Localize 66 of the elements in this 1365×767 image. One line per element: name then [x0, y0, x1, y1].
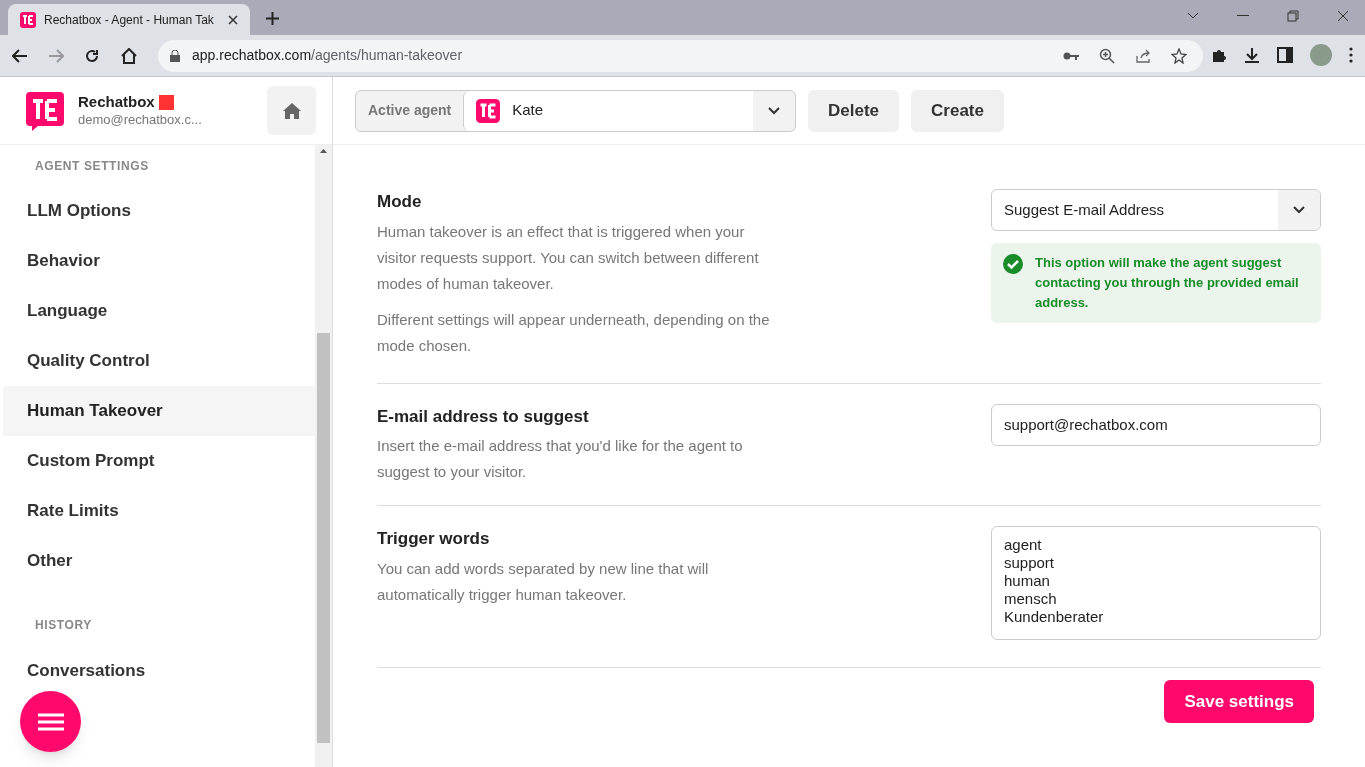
sidebar-item[interactable]: Other	[3, 536, 315, 586]
account-email: demo@rechatbox.c...	[78, 111, 203, 128]
new-tab-icon[interactable]	[266, 12, 279, 25]
sidebar-item[interactable]: Rate Limits	[3, 486, 315, 536]
chevron-down-icon[interactable]	[1187, 12, 1199, 20]
home-icon	[282, 102, 301, 119]
toolbar-button[interactable]: Delete	[808, 89, 900, 132]
setting-description: Human takeover is an effect that is triggered when your visitor requests support. You can switch between different modes of human takeover.	[377, 221, 760, 294]
reload-icon[interactable]	[84, 47, 100, 64]
home-icon[interactable]	[120, 47, 138, 64]
sidebar-item[interactable]: Behavior	[3, 236, 315, 286]
setting-description: You can add words separated by new line that will automatically trigger human takeover.	[377, 558, 710, 605]
sidebar-item[interactable]: Language	[3, 286, 315, 336]
url-path: /agents/human-takeover	[311, 47, 463, 63]
chevron-down-icon	[1293, 206, 1305, 214]
toolbar-button[interactable]: Create	[911, 89, 1004, 132]
email-input[interactable]: support@rechatbox.com	[991, 403, 1321, 446]
tab-title: Rechatbox - Agent - Human Tak	[44, 11, 215, 29]
menu-button[interactable]	[20, 691, 81, 752]
download-icon[interactable]	[1244, 47, 1260, 63]
menu-icon[interactable]	[1349, 47, 1353, 63]
brand-name: Rechatbox	[78, 93, 155, 112]
trigger-words-textarea[interactable]: agent support human mensch Kundenberater	[991, 526, 1321, 640]
menu-icon	[37, 712, 64, 731]
zoom-icon[interactable]	[1099, 47, 1115, 64]
agent-name: Kate	[512, 100, 544, 121]
sidebar-item[interactable]: Quality Control	[3, 336, 315, 386]
star-icon[interactable]	[1171, 47, 1187, 64]
section-heading: HISTORY	[34, 617, 93, 634]
close-icon[interactable]	[1337, 10, 1349, 22]
close-icon[interactable]	[228, 14, 238, 25]
scrollbar[interactable]	[315, 145, 332, 767]
logo-icon	[476, 98, 501, 123]
setting-description: Different settings will appear underneath, depending on the mode chosen.	[377, 309, 771, 356]
status-square-icon	[158, 94, 174, 110]
setting-title: E-mail address to suggest	[377, 405, 590, 428]
logo-icon	[20, 11, 36, 28]
lock-icon	[170, 49, 180, 62]
back-icon[interactable]	[12, 48, 28, 63]
mode-select[interactable]: Suggest E-mail Address	[991, 189, 1321, 231]
sidebar-item[interactable]: Conversations	[3, 646, 315, 696]
sidebar-item[interactable]: LLM Options	[3, 186, 315, 236]
scroll-up-arrow-icon[interactable]	[320, 149, 327, 153]
logo-icon	[24, 89, 66, 132]
address-bar[interactable]: app.rechatbox.com/agents/human-takeover	[158, 39, 1203, 72]
home-button[interactable]	[267, 86, 316, 135]
setting-description: Insert the e-mail address that you'd like for the agent to suggest to your visitor.	[377, 436, 744, 482]
save-settings-button[interactable]: Save settings	[1164, 680, 1314, 723]
check-circle-icon	[1003, 254, 1023, 274]
setting-title: Mode	[377, 191, 423, 213]
key-icon[interactable]	[1063, 50, 1079, 61]
browser-tab[interactable]: Rechatbox - Agent - Human Tak	[8, 4, 250, 35]
sidebar-item[interactable]: Custom Prompt	[3, 436, 315, 486]
section-heading: AGENT SETTINGS	[34, 158, 150, 175]
restore-icon[interactable]	[1287, 10, 1299, 22]
puzzle-icon[interactable]	[1211, 47, 1227, 63]
share-icon[interactable]	[1135, 47, 1151, 64]
agent-select[interactable]: Active agent Kate	[355, 89, 796, 132]
sidebar-icon[interactable]	[1277, 47, 1293, 63]
info-alert: This option will make the agent suggest contacting you through the provided email address.	[991, 243, 1321, 323]
url-text: app.rechatbox.com	[192, 47, 312, 63]
minimize-icon[interactable]	[1237, 15, 1249, 17]
agent-label: Active agent	[367, 101, 453, 120]
setting-title: Trigger words	[377, 528, 491, 550]
sidebar-item[interactable]: Human Takeover	[3, 386, 315, 436]
chevron-down-icon	[768, 106, 780, 115]
